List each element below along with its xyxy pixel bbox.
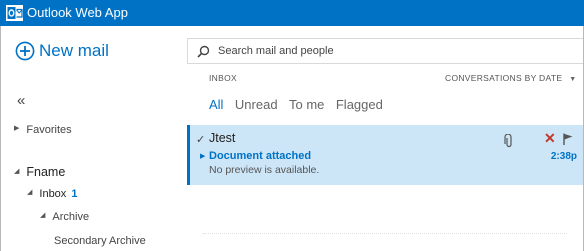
message-list-pane: Search mail and people INBOX CONVERSATIO… [187,26,583,251]
filter-unread[interactable]: Unread [235,97,278,113]
sort-dropdown[interactable]: CONVERSATIONS BY DATE ▼ [445,73,577,83]
mailbox-root-label: Fname [26,165,66,179]
message-subject: Document attached [209,150,312,162]
new-mail-label: New mail [39,41,109,60]
delete-icon[interactable]: ✕ [544,131,556,146]
folder-archive[interactable]: ◢ Archive [40,210,89,224]
folder-secondary-archive-label: Secondary Archive [54,235,146,247]
collapse-triangle-icon[interactable]: ◢ [14,165,19,179]
flag-icon[interactable] [563,133,573,145]
filter-flagged[interactable]: Flagged [336,97,383,113]
checkmark-icon[interactable]: ✓ [196,133,205,146]
message-row[interactable]: ✓ Jtest ▶ Document attached No preview i… [187,125,583,185]
mailbox-root[interactable]: ◢ Fname [14,165,65,180]
sort-label: CONVERSATIONS BY DATE [445,73,563,83]
expand-triangle-icon[interactable]: ▶ [14,122,19,136]
filter-tabs: All Unread To me Flagged [209,96,390,112]
chevron-down-icon: ▼ [569,76,577,83]
search-placeholder: Search mail and people [218,45,334,57]
folder-inbox[interactable]: ◢ Inbox 1 [27,187,77,201]
expand-conversation-icon[interactable]: ▶ [200,152,205,160]
paperclip-icon [504,134,512,148]
folder-inbox-label: Inbox [39,188,67,200]
folder-favorites-label: Favorites [26,124,72,136]
app-title: Outlook Web App [27,5,128,20]
message-sender: Jtest [209,131,236,145]
outlook-logo-icon [6,5,23,21]
filter-all[interactable]: All [209,97,223,113]
folder-archive-label: Archive [52,211,90,223]
search-input[interactable]: Search mail and people [187,38,583,64]
message-preview: No preview is available. [209,164,320,176]
plus-circle-icon [15,41,35,61]
filter-to-me[interactable]: To me [289,97,324,113]
folder-secondary-archive[interactable]: Secondary Archive [54,234,146,248]
list-divider [203,233,567,234]
message-time: 2:38p [550,151,577,162]
app-header: Outlook Web App [0,0,584,26]
collapse-triangle-icon[interactable]: ◢ [27,186,32,200]
collapse-triangle-icon[interactable]: ◢ [40,209,45,223]
collapse-pane-button[interactable]: « [17,93,25,109]
current-folder-label: INBOX [209,73,237,83]
folder-favorites[interactable]: ▶ Favorites [14,123,72,137]
unread-count-badge: 1 [71,188,78,200]
search-icon [197,45,210,58]
